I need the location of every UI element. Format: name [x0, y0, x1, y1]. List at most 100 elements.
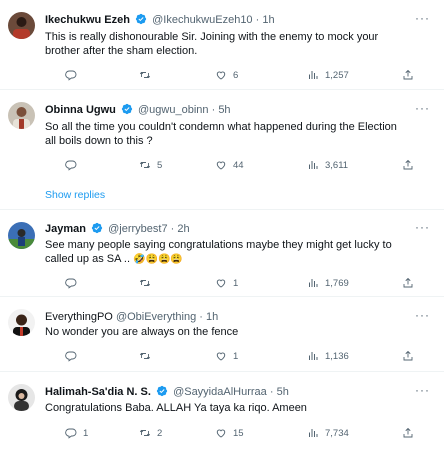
author-handle[interactable]: @jerrybest7: [108, 223, 167, 235]
more-icon[interactable]: ···: [415, 11, 430, 25]
share-button[interactable]: [402, 276, 414, 290]
show-replies-link[interactable]: Show replies: [45, 189, 105, 201]
tweet-text: This is really dishonourable Sir. Joinin…: [45, 30, 425, 58]
views-count: 1,257: [325, 69, 349, 81]
author-handle[interactable]: @ugwu_obinn: [138, 104, 209, 116]
avatar[interactable]: [8, 12, 35, 39]
like-icon: [215, 427, 227, 439]
reply-count: 1: [83, 427, 89, 439]
separator-dot: ·: [170, 223, 175, 235]
like-button[interactable]: 6: [215, 68, 238, 82]
reply-icon: [65, 350, 77, 362]
retweet-button[interactable]: 5: [139, 158, 162, 172]
retweet-button[interactable]: 2: [139, 426, 162, 440]
timestamp[interactable]: 5h: [277, 386, 289, 398]
more-icon[interactable]: ···: [415, 220, 430, 234]
tweet-text: See many people saying congratulations m…: [45, 238, 425, 267]
author-name[interactable]: Jayman: [45, 223, 86, 235]
views-icon: [307, 159, 319, 171]
reply-button[interactable]: 1: [65, 426, 88, 440]
tweet[interactable]: Jayman @jerrybest7 · 2h ··· See many peo…: [0, 210, 444, 297]
like-button[interactable]: 1: [215, 349, 238, 363]
tweet-header: Obinna Ugwu @ugwu_obinn · 5h: [45, 103, 231, 117]
verified-badge-icon: [121, 103, 133, 115]
like-icon: [215, 277, 227, 289]
tweet[interactable]: Halimah-Sa'dia N. S. @SayyidaAlHurraa · …: [0, 372, 444, 451]
tweet-emoji: 🤣😩😩😩: [133, 254, 183, 265]
retweet-icon: [139, 350, 151, 362]
views-icon: [307, 350, 319, 362]
tweet-text: So all the time you couldn't condemn wha…: [45, 120, 425, 148]
views-icon: [307, 277, 319, 289]
tweet[interactable]: Obinna Ugwu @ugwu_obinn · 5h ··· So all …: [0, 90, 444, 210]
like-count: 6: [233, 69, 239, 81]
like-button[interactable]: 1: [215, 276, 238, 290]
retweet-count: 5: [157, 159, 163, 171]
like-icon: [215, 350, 227, 362]
author-handle[interactable]: @ObiEverything: [116, 311, 196, 323]
author-name[interactable]: EverythingPO: [45, 311, 113, 323]
reply-button[interactable]: [65, 349, 83, 363]
views-count: 3,611: [325, 159, 349, 171]
views-button[interactable]: 1,136: [307, 349, 349, 363]
tweet[interactable]: EverythingPO @ObiEverything · 1h ··· No …: [0, 297, 444, 372]
views-count: 1,769: [325, 277, 349, 289]
tweet-header: EverythingPO @ObiEverything · 1h: [45, 310, 218, 324]
share-button[interactable]: [402, 68, 414, 82]
tweet-text-line-2: called up as SA .. 🤣😩😩😩: [45, 252, 425, 267]
avatar[interactable]: [8, 384, 35, 411]
like-button[interactable]: 44: [215, 158, 244, 172]
author-name[interactable]: Obinna Ugwu: [45, 104, 116, 116]
avatar[interactable]: [8, 102, 35, 129]
tweet-text-line: So all the time you couldn't condemn wha…: [45, 121, 397, 133]
more-icon[interactable]: ···: [415, 383, 430, 397]
tweet-actions: 1 2 15 7,734: [45, 426, 435, 440]
reply-button[interactable]: [65, 158, 83, 172]
views-button[interactable]: 7,734: [307, 426, 349, 440]
retweet-button[interactable]: [139, 349, 157, 363]
like-icon: [215, 69, 227, 81]
author-handle[interactable]: @SayyidaAlHurraa: [173, 386, 267, 398]
views-icon: [307, 69, 319, 81]
tweet-text-line: See many people saying congratulations m…: [45, 239, 392, 251]
tweet-header: Halimah-Sa'dia N. S. @SayyidaAlHurraa · …: [45, 385, 289, 399]
reply-icon: [65, 159, 77, 171]
retweet-button[interactable]: [139, 68, 157, 82]
tweet-actions: 1 1,769: [45, 276, 435, 290]
views-button[interactable]: 3,611: [307, 158, 348, 172]
author-handle[interactable]: @IkechukwuEzeh10: [152, 14, 252, 26]
reply-button[interactable]: [65, 276, 83, 290]
avatar[interactable]: [8, 309, 35, 336]
tweet-text-line: Congratulations Baba. ALLAH Ya taya ka r…: [45, 402, 307, 414]
more-icon[interactable]: ···: [415, 101, 430, 115]
more-icon[interactable]: ···: [415, 308, 430, 322]
retweet-button[interactable]: [139, 276, 157, 290]
like-count: 1: [233, 350, 239, 362]
tweet-actions: 6 1,257: [45, 68, 435, 82]
share-button[interactable]: [402, 349, 414, 363]
timestamp[interactable]: 5h: [218, 104, 230, 116]
views-button[interactable]: 1,769: [307, 276, 349, 290]
retweet-icon: [139, 159, 151, 171]
share-button[interactable]: [402, 158, 414, 172]
author-name[interactable]: Halimah-Sa'dia N. S.: [45, 386, 151, 398]
share-icon: [402, 159, 414, 171]
author-name[interactable]: Ikechukwu Ezeh: [45, 14, 130, 26]
views-button[interactable]: 1,257: [307, 68, 349, 82]
timestamp[interactable]: 2h: [177, 223, 189, 235]
share-icon: [402, 350, 414, 362]
timestamp[interactable]: 1h: [206, 311, 218, 323]
share-button[interactable]: [402, 426, 414, 440]
tweet-text-line: This is really dishonourable Sir. Joinin…: [45, 31, 379, 43]
timestamp[interactable]: 1h: [262, 14, 274, 26]
share-icon: [402, 69, 414, 81]
like-button[interactable]: 15: [215, 426, 244, 440]
verified-badge-icon: [91, 222, 103, 234]
share-icon: [402, 427, 414, 439]
avatar[interactable]: [8, 222, 35, 249]
retweet-count: 2: [157, 427, 163, 439]
tweet-text-line: No wonder you are always on the fence: [45, 326, 239, 338]
reply-button[interactable]: [65, 68, 83, 82]
retweet-icon: [139, 69, 151, 81]
tweet[interactable]: Ikechukwu Ezeh @IkechukwuEzeh10 · 1h ···…: [0, 0, 444, 90]
